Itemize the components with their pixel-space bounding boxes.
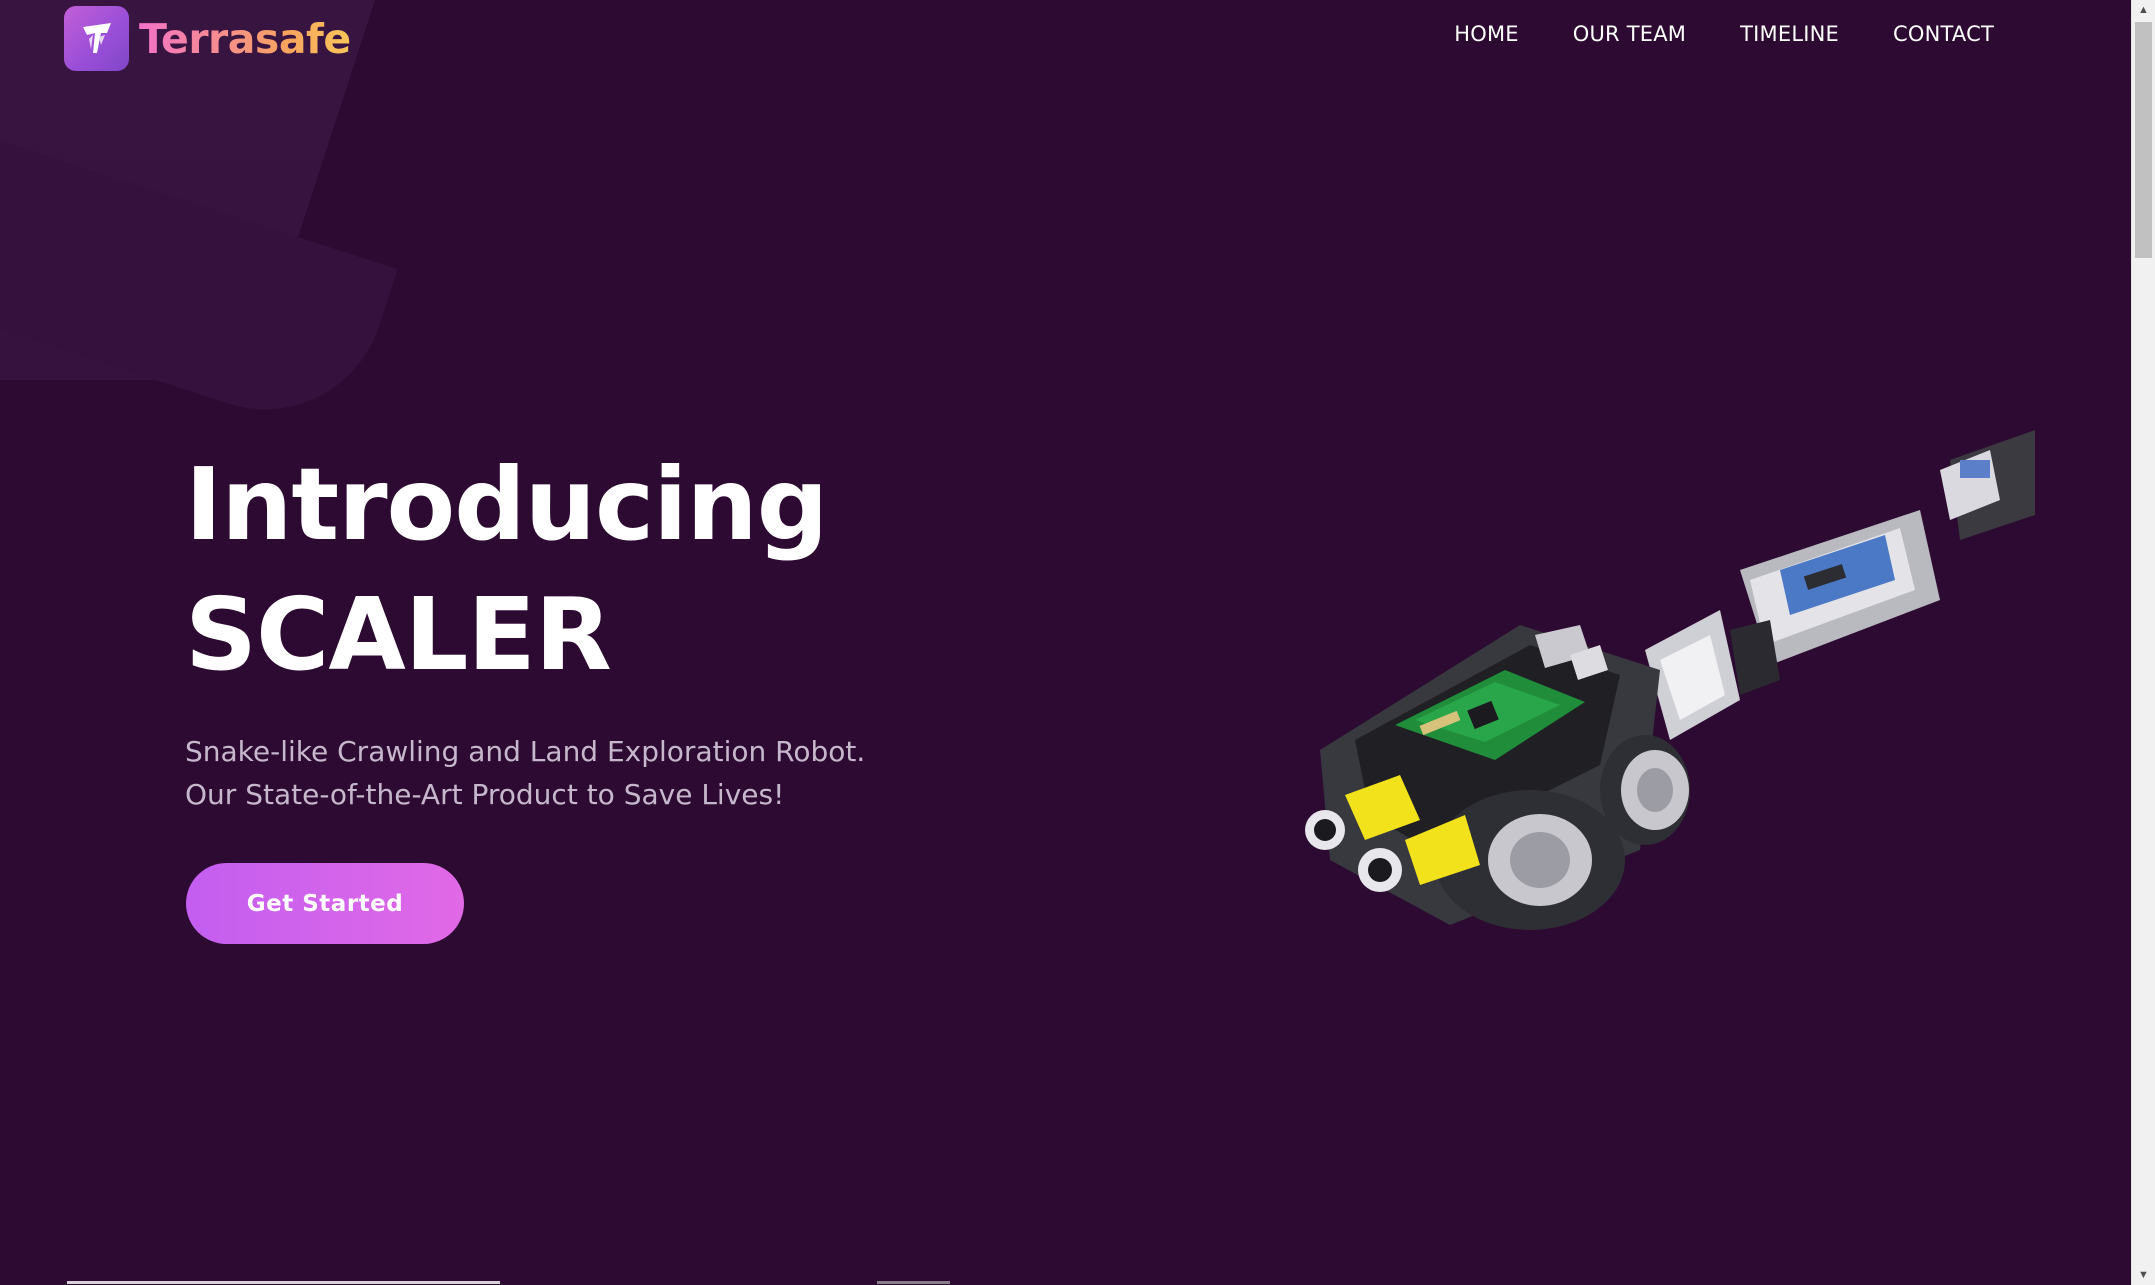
page: Terrasafe HOME OUR TEAM TIMELINE CONTACT… bbox=[0, 0, 2155, 1285]
site-header: Terrasafe HOME OUR TEAM TIMELINE CONTACT bbox=[0, 0, 2132, 78]
get-started-button[interactable]: Get Started bbox=[186, 863, 464, 944]
robot-segment-2 bbox=[1730, 510, 1940, 695]
nav-home[interactable]: HOME bbox=[1454, 22, 1519, 46]
hero-title-line1: Introducing bbox=[185, 446, 828, 563]
section-divider-left bbox=[67, 1281, 500, 1284]
nav-timeline[interactable]: TIMELINE bbox=[1740, 22, 1839, 46]
brand-logo-link[interactable]: Terrasafe bbox=[64, 6, 351, 71]
scroll-up-arrow-icon[interactable]: ▲ bbox=[2132, 0, 2155, 20]
snake-robot-illustration bbox=[1305, 430, 2035, 930]
shield-t-icon bbox=[64, 6, 129, 71]
section-divider-center bbox=[877, 1281, 950, 1284]
robot-main-body bbox=[1305, 625, 1690, 930]
robot-segment-3 bbox=[1940, 430, 2035, 540]
scroll-down-arrow-icon[interactable]: ▼ bbox=[2132, 1265, 2155, 1285]
vertical-scrollbar[interactable]: ▲ ▼ bbox=[2131, 0, 2155, 1285]
hero-subtitle: Snake-like Crawling and Land Exploration… bbox=[185, 735, 866, 811]
brand-name: Terrasafe bbox=[139, 14, 351, 63]
hero-title-line2: SCALER bbox=[185, 576, 612, 693]
nav-our-team[interactable]: OUR TEAM bbox=[1573, 22, 1686, 46]
scrollbar-thumb[interactable] bbox=[2135, 22, 2152, 258]
hero-title: Introducing SCALER bbox=[185, 440, 828, 700]
main-nav: HOME OUR TEAM TIMELINE CONTACT bbox=[1454, 22, 1994, 46]
nav-contact[interactable]: CONTACT bbox=[1893, 22, 1994, 46]
